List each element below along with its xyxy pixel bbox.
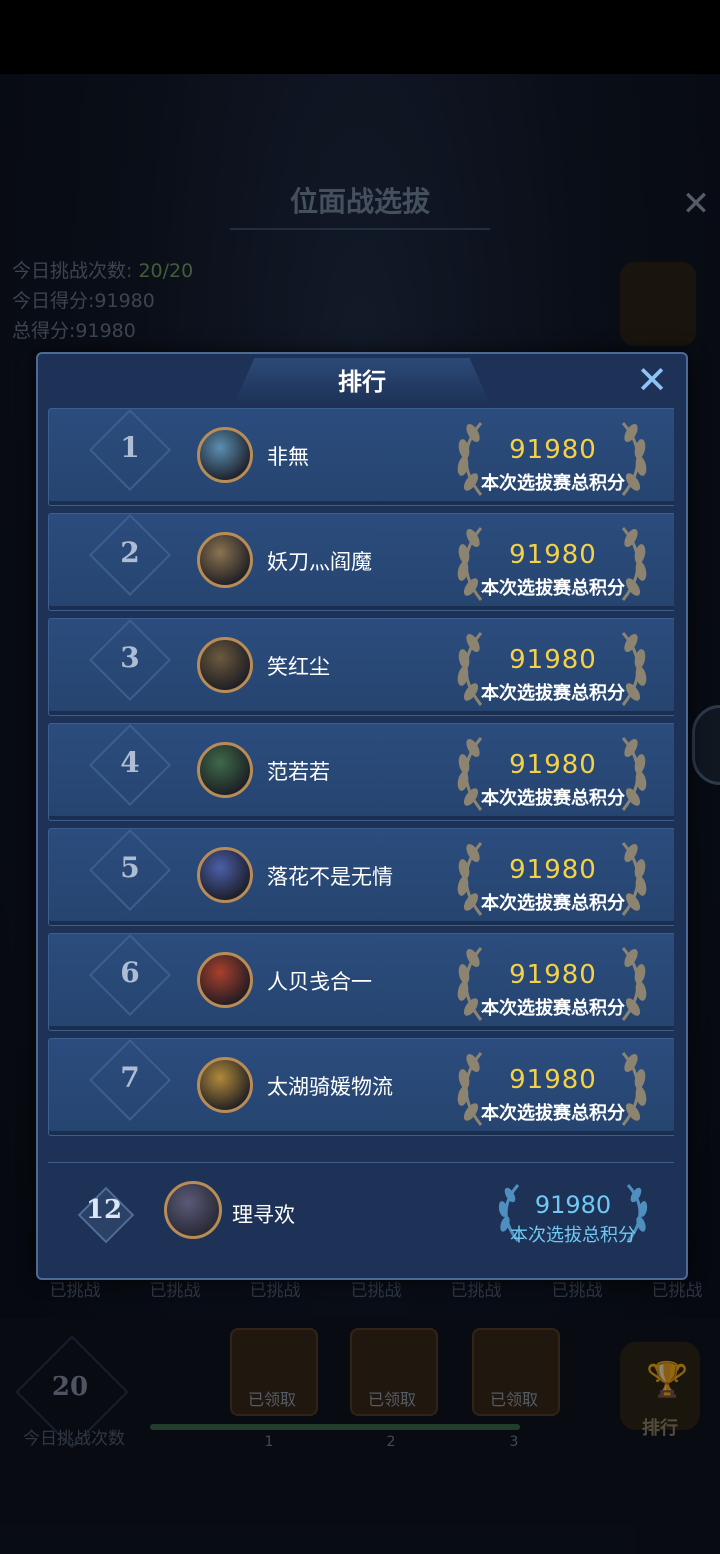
close-icon[interactable]: ✕ [632,360,672,400]
player-avatar[interactable] [197,637,253,693]
player-name: 人贝戋合一 [267,970,372,994]
player-name: 落花不是无情 [267,865,393,889]
player-score: 91980 [509,540,597,570]
player-score: 91980 [509,435,597,465]
score-label: 本次选拔赛总积分 [481,473,625,494]
player-name: 妖刀灬阎魔 [267,550,372,574]
score-label: 本次选拔赛总积分 [481,893,625,914]
rank-number: 6 [120,956,140,989]
rank-number: 7 [120,1061,140,1094]
rank-number: 2 [120,536,140,569]
status-bar [0,0,720,74]
player-name: 范若若 [267,760,330,784]
player-score: 91980 [509,1065,597,1095]
player-avatar[interactable] [197,532,253,588]
player-name: 笑红尘 [267,655,330,679]
player-avatar[interactable] [197,427,253,483]
ranking-row[interactable]: 6 人贝戋合一 91980 本次选拔赛总积分 [48,933,674,1031]
ranking-modal: 排行 ✕ 1 非無 91980 本次选拔赛总积分 2 妖刀灬阎魔 91980 本… [36,352,688,1280]
player-score: 91980 [509,855,597,885]
player-avatar[interactable] [197,742,253,798]
self-rank-row: 12 理寻欢 91980 本次选拔总积分 [48,1162,674,1271]
self-score-label: 本次选拔总积分 [510,1225,636,1246]
self-avatar[interactable] [164,1181,222,1239]
self-rank-number: 12 [85,1195,123,1225]
score-label: 本次选拔赛总积分 [481,578,625,599]
player-score: 91980 [509,645,597,675]
modal-title: 排行 [338,367,386,396]
player-avatar[interactable] [197,952,253,1008]
player-avatar[interactable] [197,847,253,903]
rank-number: 3 [120,641,140,674]
ranking-row[interactable]: 1 非無 91980 本次选拔赛总积分 [48,408,674,506]
score-label: 本次选拔赛总积分 [481,998,625,1019]
player-name: 太湖骑媛物流 [267,1075,393,1099]
player-name: 非無 [267,445,309,469]
player-score: 91980 [509,960,597,990]
player-avatar[interactable] [197,1057,253,1113]
self-score: 91980 [534,1191,612,1219]
ranking-row[interactable]: 7 太湖骑媛物流 91980 本次选拔赛总积分 [48,1038,674,1136]
ranking-list[interactable]: 1 非無 91980 本次选拔赛总积分 2 妖刀灬阎魔 91980 本次选拔赛总… [48,408,674,1160]
ranking-row[interactable]: 4 范若若 91980 本次选拔赛总积分 [48,723,674,821]
ranking-row[interactable]: 2 妖刀灬阎魔 91980 本次选拔赛总积分 [48,513,674,611]
self-player-name: 理寻欢 [232,1203,295,1227]
score-label: 本次选拔赛总积分 [481,788,625,809]
rank-number: 5 [120,851,140,884]
score-label: 本次选拔赛总积分 [481,683,625,704]
ranking-row[interactable]: 5 落花不是无情 91980 本次选拔赛总积分 [48,828,674,926]
player-score: 91980 [509,750,597,780]
ranking-row[interactable]: 3 笑红尘 91980 本次选拔赛总积分 [48,618,674,716]
rank-number: 4 [120,746,140,779]
score-label: 本次选拔赛总积分 [481,1103,625,1124]
rank-number: 1 [120,431,140,464]
